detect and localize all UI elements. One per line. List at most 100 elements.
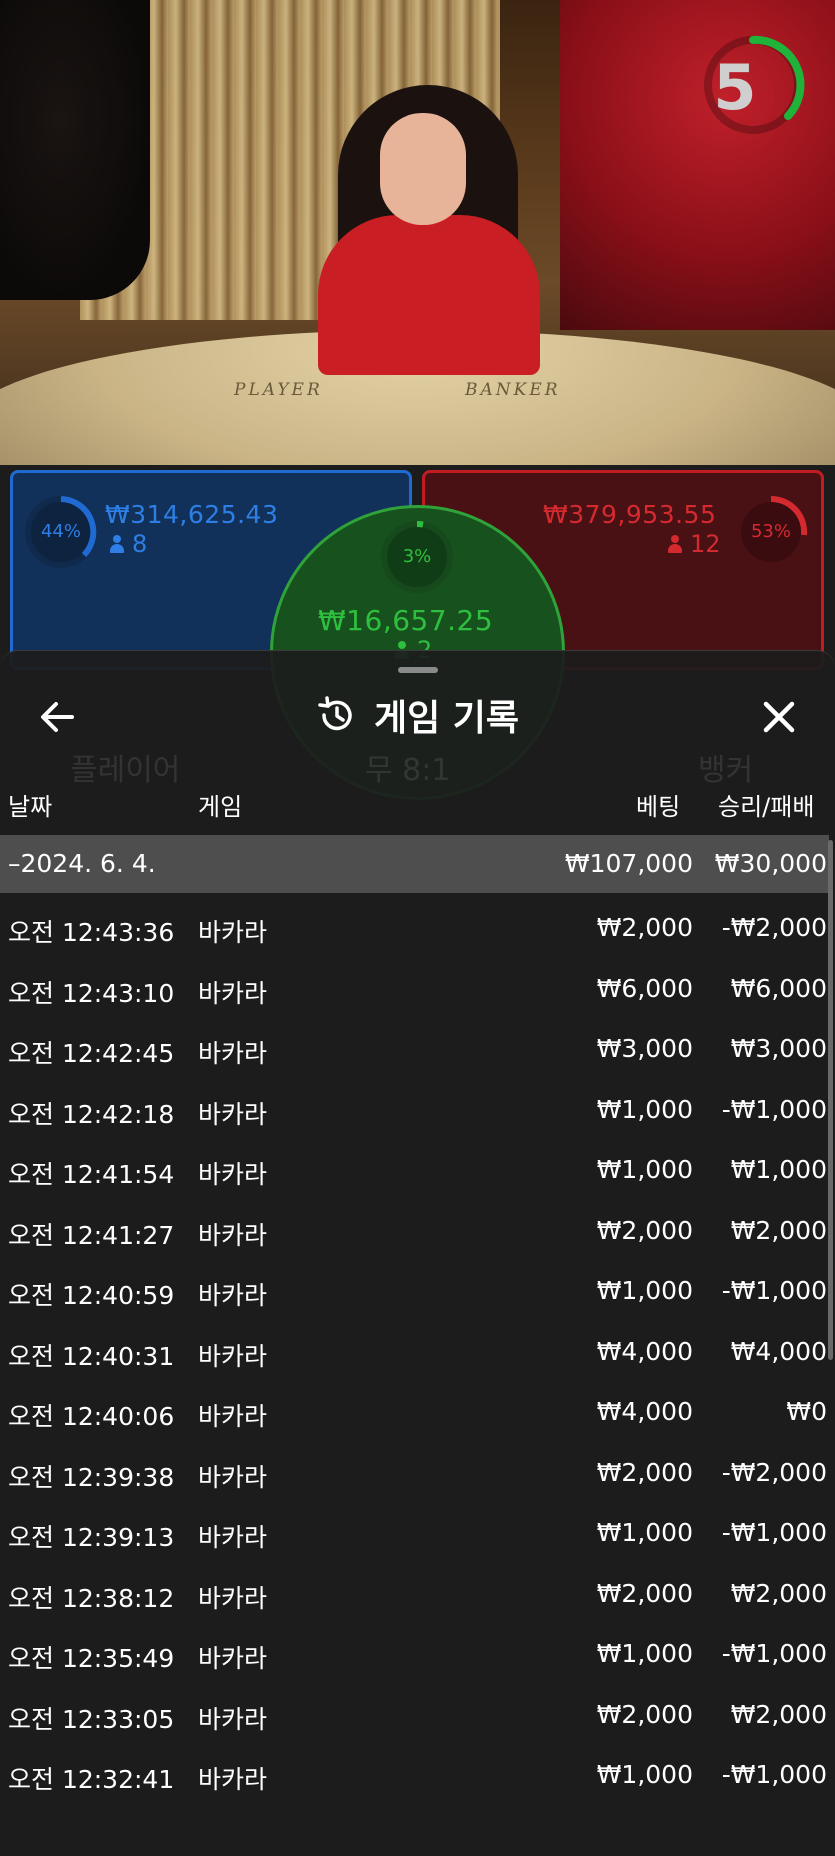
row-game: 바카라 [198,1402,268,1431]
banker-percent: 53% [750,521,791,542]
history-row[interactable]: 오전 12:41:54 바카라 ₩1,000 ₩1,000 [0,1146,829,1196]
history-row[interactable]: 오전 12:40:59 바카라 ₩1,000 -₩1,000 [0,1267,829,1317]
bg-tie-label: 무 8:1 [365,753,451,788]
row-result: -₩2,000 [721,913,827,942]
row-result: ₩2,000 [730,1216,827,1245]
row-time: 오전 12:40:59 [8,1281,175,1310]
row-game: 바카라 [198,1039,268,1068]
person-icon [668,535,682,553]
row-game: 바카라 [198,918,268,947]
row-time: 오전 12:41:27 [8,1221,175,1250]
row-time: 오전 12:43:10 [8,979,175,1008]
row-result: ₩3,000 [730,1034,827,1063]
history-row[interactable]: 오전 12:41:27 바카라 ₩2,000 ₩2,000 [0,1207,829,1257]
row-result: -₩2,000 [721,1458,827,1487]
row-result: -₩1,000 [721,1518,827,1547]
date-group-row[interactable]: –2024. 6. 4. ₩107,000 ₩30,000 [0,835,829,893]
row-time: 오전 12:41:54 [8,1160,175,1189]
row-time: 오전 12:39:13 [8,1523,175,1552]
row-bet: ₩1,000 [596,1276,693,1305]
history-row[interactable]: 오전 12:40:06 바카라 ₩4,000 ₩0 [0,1388,829,1438]
history-row[interactable]: 오전 12:32:41 바카라 ₩1,000 -₩1,000 [0,1751,829,1801]
date-group-result-total: ₩30,000 [714,849,827,878]
row-time: 오전 12:42:45 [8,1039,175,1068]
row-bet: ₩2,000 [596,913,693,942]
drag-handle[interactable] [398,667,438,673]
list-scrollbar[interactable] [828,840,833,1360]
row-bet: ₩2,000 [596,1216,693,1245]
column-header-result: 승리/패배 [718,793,815,821]
dealer-figure [318,85,540,375]
row-time: 오전 12:38:12 [8,1584,175,1613]
history-row[interactable]: 오전 12:43:36 바카라 ₩2,000 -₩2,000 [0,904,829,954]
row-game: 바카라 [198,1281,268,1310]
row-time: 오전 12:40:31 [8,1342,175,1371]
row-game: 바카라 [198,979,268,1008]
row-result: ₩0 [786,1397,827,1426]
row-game: 바카라 [198,1100,268,1129]
row-result: -₩1,000 [721,1760,827,1789]
row-bet: ₩4,000 [596,1397,693,1426]
row-time: 오전 12:43:36 [8,918,175,947]
banker-bet-total: ₩379,953.55 [543,500,717,529]
row-bet: ₩6,000 [596,974,693,1003]
row-result: -₩1,000 [721,1639,827,1668]
row-time: 오전 12:35:49 [8,1644,175,1673]
row-time: 오전 12:33:05 [8,1705,175,1734]
history-row[interactable]: 오전 12:40:31 바카라 ₩4,000 ₩4,000 [0,1328,829,1378]
row-bet: ₩1,000 [596,1155,693,1184]
row-result: ₩6,000 [730,974,827,1003]
row-bet: ₩1,000 [596,1760,693,1789]
row-game: 바카라 [198,1463,268,1492]
date-group-label: –2024. 6. 4. [8,849,156,878]
felt-banker-label: BANKER [465,380,561,400]
row-game: 바카라 [198,1221,268,1250]
player-percent: 44% [40,521,81,542]
history-row[interactable]: 오전 12:39:38 바카라 ₩2,000 -₩2,000 [0,1449,829,1499]
row-game: 바카라 [198,1705,268,1734]
close-icon[interactable] [757,695,801,739]
column-header-game: 게임 [198,793,243,821]
row-bet: ₩2,000 [596,1700,693,1729]
row-time: 오전 12:42:18 [8,1100,175,1129]
history-clock-icon [318,696,352,731]
tie-bet-total: ₩16,657.25 [318,604,494,637]
row-time: 오전 12:39:38 [8,1463,175,1492]
row-result: -₩1,000 [721,1276,827,1305]
sheet-title: 게임 기록 [373,698,519,739]
row-bet: ₩4,000 [596,1337,693,1366]
history-row[interactable]: 오전 12:33:05 바카라 ₩2,000 ₩2,000 [0,1691,829,1741]
history-row[interactable]: 오전 12:39:13 바카라 ₩1,000 -₩1,000 [0,1509,829,1559]
row-time: 오전 12:32:41 [8,1765,175,1794]
row-bet: ₩2,000 [596,1458,693,1487]
countdown-timer: 5 [713,51,757,124]
history-row[interactable]: 오전 12:35:49 바카라 ₩1,000 -₩1,000 [0,1630,829,1680]
row-bet: ₩2,000 [596,1579,693,1608]
row-game: 바카라 [198,1342,268,1371]
row-bet: ₩1,000 [596,1639,693,1668]
row-result: ₩1,000 [730,1155,827,1184]
history-row[interactable]: 오전 12:42:45 바카라 ₩3,000 ₩3,000 [0,1025,829,1075]
history-row[interactable]: 오전 12:42:18 바카라 ₩1,000 -₩1,000 [0,1086,829,1136]
row-result: ₩4,000 [730,1337,827,1366]
banker-bettor-count: 12 [668,530,721,558]
date-group-bet-total: ₩107,000 [564,849,693,878]
bg-banker-label: 뱅커 [698,753,754,788]
row-game: 바카라 [198,1644,268,1673]
row-game: 바카라 [198,1584,268,1613]
row-result: ₩2,000 [730,1700,827,1729]
row-bet: ₩1,000 [596,1095,693,1124]
bg-player-label: 플레이어 [70,753,181,788]
row-game: 바카라 [198,1523,268,1552]
row-bet: ₩3,000 [596,1034,693,1063]
tie-percent: 3% [402,546,432,567]
history-row[interactable]: 오전 12:43:10 바카라 ₩6,000 ₩6,000 [0,965,829,1015]
row-result: -₩1,000 [721,1095,827,1124]
column-header-bet: 베팅 [636,793,681,821]
row-game: 바카라 [198,1160,268,1189]
player-bet-total: ₩314,625.43 [105,500,279,529]
person-icon [110,535,124,553]
dealer-figure-left [0,0,150,300]
player-bettor-count: 8 [110,530,147,558]
history-row[interactable]: 오전 12:38:12 바카라 ₩2,000 ₩2,000 [0,1570,829,1620]
